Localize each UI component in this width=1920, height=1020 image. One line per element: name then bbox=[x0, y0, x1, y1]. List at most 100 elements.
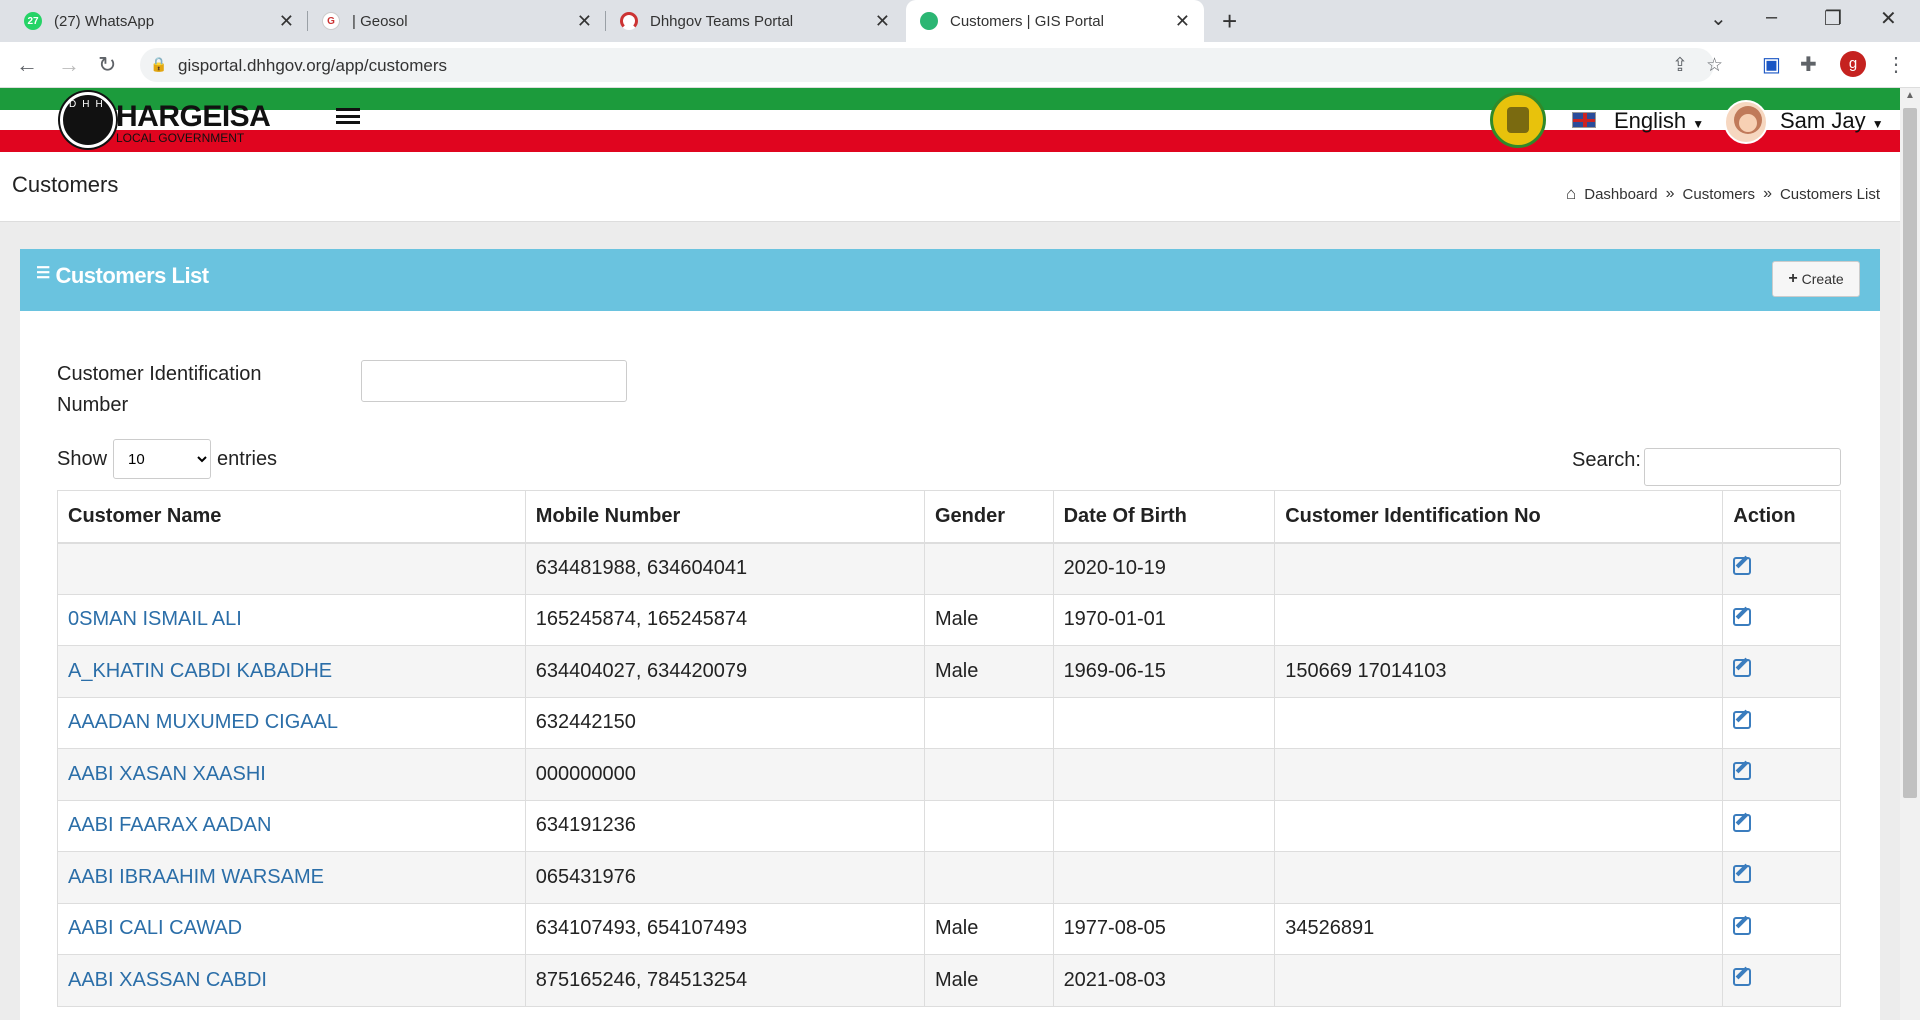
col-header-gender[interactable]: Gender bbox=[923, 490, 1054, 544]
google-icon: G bbox=[322, 12, 340, 30]
table-row: AABI FAARAX AADAN 634191236 bbox=[57, 799, 1841, 852]
url-field[interactable]: 🔒 gisportal.dhhgov.org/app/customers ⇪ ☆ bbox=[140, 48, 1723, 82]
close-icon[interactable]: ✕ bbox=[875, 11, 890, 32]
edit-icon[interactable] bbox=[1733, 710, 1752, 729]
col-header-mobile-number[interactable]: Mobile Number bbox=[524, 490, 925, 544]
edit-icon[interactable] bbox=[1733, 762, 1752, 781]
entries-label: entries bbox=[217, 447, 278, 470]
plus-icon: + bbox=[1788, 270, 1798, 287]
bookmark-star-icon[interactable]: ☆ bbox=[1706, 54, 1723, 77]
customer-name-link[interactable]: AABI XASSAN CABDI bbox=[57, 954, 526, 1007]
panel-header: ☰ Customers List + Create bbox=[20, 249, 1880, 311]
cid-filter-label: Customer Identification Number bbox=[57, 363, 262, 416]
dob-cell: 1970-01-01 bbox=[1052, 593, 1276, 646]
scrollbar-thumb[interactable] bbox=[1903, 108, 1917, 798]
customers-table: Customer Name Mobile Number Gender Date … bbox=[57, 490, 1841, 1007]
edit-icon[interactable] bbox=[1733, 556, 1752, 575]
gender-cell bbox=[923, 696, 1054, 749]
gender-cell bbox=[923, 851, 1054, 904]
action-cell bbox=[1722, 902, 1841, 955]
customer-name-link[interactable]: 0SMAN ISMAIL ALI bbox=[57, 593, 526, 646]
uk-flag-icon bbox=[1572, 112, 1596, 128]
gender-cell bbox=[923, 799, 1054, 852]
edit-icon[interactable] bbox=[1733, 865, 1752, 884]
customers-panel: ☰ Customers List + Create Customer Ident… bbox=[20, 249, 1880, 1020]
reload-icon[interactable]: ↻ bbox=[98, 52, 116, 78]
dob-cell bbox=[1052, 851, 1276, 904]
home-icon: ⌂ bbox=[1565, 184, 1577, 203]
tab-title: Customers | GIS Portal bbox=[950, 12, 1104, 30]
edit-icon[interactable] bbox=[1733, 968, 1752, 987]
cid-filter-input[interactable] bbox=[361, 360, 627, 402]
back-icon[interactable]: ← bbox=[16, 52, 38, 78]
create-button[interactable]: + Create bbox=[1772, 261, 1860, 297]
action-cell bbox=[1722, 851, 1841, 904]
scroll-up-icon[interactable]: ▲ bbox=[1905, 90, 1915, 101]
gender-cell: Male bbox=[923, 593, 1054, 646]
hamburger-menu-icon[interactable] bbox=[336, 108, 360, 124]
close-icon[interactable]: ✕ bbox=[1175, 11, 1190, 32]
teams-portal-icon bbox=[620, 12, 638, 30]
maximize-icon[interactable]: ❐ bbox=[1824, 6, 1842, 31]
mobile-cell: 634404027, 634420079 bbox=[524, 645, 925, 698]
user-name: Sam Jay bbox=[1780, 108, 1866, 133]
extension-icon[interactable]: ▣ bbox=[1762, 52, 1781, 77]
customer-name-link[interactable]: AABI IBRAAHIM WARSAME bbox=[57, 851, 526, 904]
extensions-puzzle-icon[interactable]: ✚ bbox=[1800, 52, 1817, 77]
search-input[interactable] bbox=[1644, 448, 1841, 486]
tab-search-icon[interactable]: ⌄ bbox=[1710, 6, 1727, 31]
col-header-date-of-birth[interactable]: Date Of Birth bbox=[1052, 490, 1276, 544]
forward-icon[interactable]: → bbox=[58, 52, 80, 78]
customer-name-link[interactable]: A_KHATIN CABDI KABADHE bbox=[57, 645, 526, 698]
edit-icon[interactable] bbox=[1733, 916, 1752, 935]
menu-dots-icon[interactable]: ⋮ bbox=[1886, 52, 1906, 77]
address-bar: ← → ↻ 🔒 gisportal.dhhgov.org/app/custome… bbox=[0, 42, 1920, 88]
mobile-cell: 634191236 bbox=[524, 799, 925, 852]
breadcrumb-dashboard[interactable]: Dashboard bbox=[1584, 186, 1657, 203]
tab-teams-portal[interactable]: Dhhgov Teams Portal ✕ bbox=[606, 0, 904, 42]
customer-name-link[interactable]: AABI FAARAX AADAN bbox=[57, 799, 526, 852]
new-tab-icon[interactable]: + bbox=[1222, 6, 1237, 37]
gender-cell: Male bbox=[923, 902, 1054, 955]
col-header-customer-name[interactable]: Customer Name bbox=[57, 490, 526, 544]
customer-name-link[interactable] bbox=[57, 542, 526, 595]
edit-icon[interactable] bbox=[1733, 813, 1752, 832]
create-label: Create bbox=[1801, 271, 1844, 287]
logo-icon[interactable] bbox=[60, 92, 116, 148]
cid-cell: 150669 17014103 bbox=[1274, 645, 1724, 698]
table-row: 634481988, 634604041 2020-10-19 bbox=[57, 542, 1841, 595]
minimize-icon[interactable]: – bbox=[1766, 6, 1777, 29]
customer-name-link[interactable]: AABI XASAN XAASHI bbox=[57, 748, 526, 801]
user-menu[interactable]: Sam Jay ▼ bbox=[1780, 108, 1884, 134]
close-icon[interactable]: ✕ bbox=[279, 11, 294, 32]
col-header-customer-id[interactable]: Customer Identification No bbox=[1274, 490, 1724, 544]
edit-icon[interactable] bbox=[1733, 607, 1752, 626]
cid-cell bbox=[1274, 696, 1724, 749]
caret-down-icon: ▼ bbox=[1692, 117, 1705, 131]
dob-cell bbox=[1052, 799, 1276, 852]
gender-cell: Male bbox=[923, 645, 1054, 698]
breadcrumb-customers[interactable]: Customers bbox=[1683, 186, 1756, 203]
close-icon[interactable]: ✕ bbox=[577, 11, 592, 32]
site-header: HARGEISA LOCAL GOVERNMENT English ▼ Sam … bbox=[0, 88, 1900, 152]
brand-name: HARGEISA bbox=[116, 100, 271, 133]
entries-select[interactable]: 10 bbox=[113, 439, 212, 479]
share-icon[interactable]: ⇪ bbox=[1672, 54, 1688, 77]
tab-gis-portal[interactable]: Customers | GIS Portal ✕ bbox=[906, 0, 1204, 42]
tab-title: (27) WhatsApp bbox=[54, 12, 155, 30]
edit-icon[interactable] bbox=[1733, 659, 1752, 678]
mobile-cell: 875165246, 784513254 bbox=[524, 954, 925, 1007]
page-scrollbar[interactable]: ▲ bbox=[1900, 88, 1920, 1020]
dob-cell bbox=[1052, 748, 1276, 801]
window-close-icon[interactable]: ✕ bbox=[1880, 6, 1897, 31]
customer-name-link[interactable]: AABI CALI CAWAD bbox=[57, 902, 526, 955]
customer-name-link[interactable]: AAADAN MUXUMED CIGAAL bbox=[57, 696, 526, 749]
gender-cell bbox=[923, 542, 1054, 595]
user-avatar[interactable] bbox=[1724, 100, 1768, 144]
table-row: AABI CALI CAWAD 634107493, 654107493 Male 1… bbox=[57, 902, 1841, 955]
profile-avatar[interactable]: g bbox=[1840, 51, 1866, 77]
language-dropdown[interactable]: English ▼ bbox=[1614, 108, 1704, 134]
tab-whatsapp[interactable]: 27 (27) WhatsApp ✕ bbox=[10, 0, 308, 42]
cid-cell bbox=[1274, 542, 1724, 595]
tab-geosol[interactable]: G | Geosol ✕ bbox=[308, 0, 606, 42]
